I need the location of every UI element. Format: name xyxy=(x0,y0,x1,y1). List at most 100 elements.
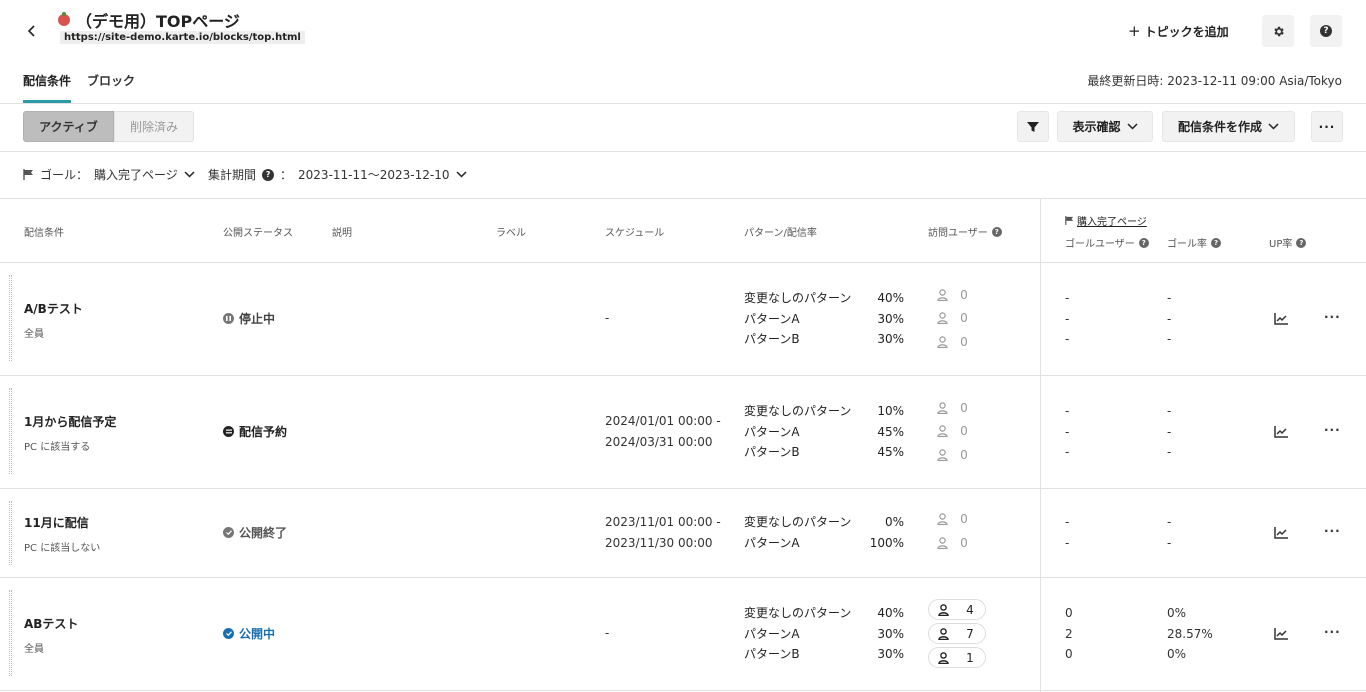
visitor-count-pill[interactable]: 7 xyxy=(928,623,986,644)
status-badge: 停止中 xyxy=(223,310,275,327)
settings-button[interactable] xyxy=(1262,15,1294,47)
row-more-icon[interactable]: ··· xyxy=(1324,423,1341,437)
flag-icon xyxy=(23,169,33,180)
chart-icon[interactable] xyxy=(1274,527,1288,539)
back-button[interactable] xyxy=(22,20,42,42)
drag-handle[interactable] xyxy=(9,388,12,474)
goal-users-value: - xyxy=(1065,291,1070,305)
goal-users-value: - xyxy=(1065,332,1070,346)
schedule: - xyxy=(605,623,609,644)
check-circle-icon xyxy=(223,628,234,639)
row-more-icon[interactable]: ··· xyxy=(1324,625,1341,639)
help-button[interactable]: ? xyxy=(1310,15,1342,47)
chart-icon[interactable] xyxy=(1274,313,1288,325)
question-icon: ? xyxy=(1138,237,1149,248)
condition-target: PC に該当する xyxy=(24,442,91,453)
schedule-end: 2024/03/31 00:00 xyxy=(605,435,713,449)
row-more-icon[interactable]: ··· xyxy=(1324,310,1341,324)
pattern-rate: 30% xyxy=(877,311,904,326)
period-selector[interactable]: 集計期間 ? ： 2023-11-11〜2023-12-10 xyxy=(208,166,467,183)
table-row[interactable]: A/Bテスト 全員 停止中 - 変更なしのパターン パターンA パターンB 40… xyxy=(0,263,1366,376)
chart-icon[interactable] xyxy=(1274,628,1288,640)
page-header: （デモ用）TOPページ https://site-demo.karte.io/b… xyxy=(0,0,1366,62)
condition-name[interactable]: 11月に配信 xyxy=(24,514,89,531)
pattern-rate: 40% xyxy=(877,291,904,305)
filter-button[interactable] xyxy=(1017,111,1049,142)
pattern-rate: 30% xyxy=(877,647,904,661)
pattern-rate: 30% xyxy=(877,332,904,346)
goal-users: 0 2 0 xyxy=(1065,603,1073,665)
row-more-icon[interactable]: ··· xyxy=(1324,524,1341,538)
create-condition-button[interactable]: 配信条件を作成 xyxy=(1162,111,1295,142)
question-icon: ? xyxy=(1320,25,1332,37)
goal-users: - - xyxy=(1065,512,1069,553)
visitor-count-pill[interactable]: 4 xyxy=(928,599,986,620)
table-row[interactable]: 11月に配信 PC に該当しない 公開終了 2023/11/01 00:00 -… xyxy=(0,489,1366,578)
visitor-count-value: 0 xyxy=(960,335,968,349)
page-url: https://site-demo.karte.io/blocks/top.ht… xyxy=(60,31,305,44)
visitor-count-value: 0 xyxy=(960,424,968,438)
visitor-count-pill[interactable]: 1 xyxy=(928,647,986,668)
chart-icon[interactable] xyxy=(1274,426,1288,438)
drag-handle[interactable] xyxy=(9,275,12,361)
pattern-name: 変更なしのパターン xyxy=(744,515,852,529)
table-row[interactable]: ABテスト 全員 公開中 - 変更なしのパターン パターンA パターンB 40%… xyxy=(0,578,1366,691)
goal-rate-value: - xyxy=(1167,404,1172,418)
add-topic-button[interactable]: + トピックを追加 xyxy=(1128,20,1229,42)
user-icon xyxy=(935,312,949,324)
condition-name[interactable]: A/Bテスト xyxy=(24,300,83,317)
condition-name[interactable]: ABテスト xyxy=(24,615,78,632)
chevron-down-icon xyxy=(455,171,467,178)
pattern-name: パターンB xyxy=(744,647,800,661)
condition-name[interactable]: 1月から配信予定 xyxy=(24,413,116,430)
goal-page-link[interactable]: 購入完了ページ xyxy=(1065,213,1147,228)
user-icon xyxy=(935,425,949,437)
col-goal-rate-label: ゴール率 xyxy=(1167,239,1207,250)
visitor-count: 0 xyxy=(935,335,979,349)
condition-target: 全員 xyxy=(24,644,44,655)
active-toggle[interactable]: アクティブ xyxy=(23,111,114,142)
user-icon xyxy=(935,289,949,301)
pattern-rate: 100% xyxy=(869,535,904,550)
pattern-list: 変更なしのパターン パターンA パターンB xyxy=(744,401,851,463)
goal-rate-value: - xyxy=(1167,515,1172,529)
pattern-rate: 45% xyxy=(877,445,904,459)
schedule: 2023/11/01 00:00 - 2023/11/30 00:00 xyxy=(605,512,721,554)
pattern-rate: 30% xyxy=(877,626,904,641)
view-check-button[interactable]: 表示確認 xyxy=(1057,111,1153,142)
period-sep: ： xyxy=(280,168,293,182)
tomato-icon xyxy=(58,12,70,26)
page-title: （デモ用）TOPページ xyxy=(58,8,240,32)
condition-target: 全員 xyxy=(24,329,44,340)
col-goal-rate: ゴール率 ? xyxy=(1167,235,1221,250)
question-icon: ? xyxy=(262,168,275,181)
goal-users-value: 2 xyxy=(1065,626,1073,641)
goal-selector[interactable]: ゴール： 購入完了ページ xyxy=(23,166,195,183)
drag-handle[interactable] xyxy=(9,501,12,565)
goal-rate-value: - xyxy=(1167,445,1172,459)
plus-icon: + xyxy=(1128,21,1141,40)
pattern-name: パターンA xyxy=(744,535,800,550)
visitor-count: 0 xyxy=(935,401,979,415)
pattern-name: パターンA xyxy=(744,626,800,641)
col-goal-users: ゴールユーザー ? xyxy=(1065,235,1149,250)
tab-conditions[interactable]: 配信条件 xyxy=(23,72,71,103)
schedule: - xyxy=(605,308,609,329)
question-icon: ? xyxy=(991,226,1002,237)
tab-blocks[interactable]: ブロック xyxy=(87,72,135,103)
goal-users-value: - xyxy=(1065,535,1070,550)
user-icon xyxy=(935,336,949,348)
status-badge: 公開終了 xyxy=(223,524,287,541)
add-topic-label: トピックを追加 xyxy=(1144,24,1229,39)
goal-rate-value: - xyxy=(1167,535,1172,550)
table-row[interactable]: 1月から配信予定 PC に該当する 配信予約 2024/01/01 00:00 … xyxy=(0,376,1366,489)
col-status: 公開ステータス xyxy=(223,228,293,239)
chevron-down-icon xyxy=(1126,123,1138,130)
last-updated: 最終更新日時: 2023-12-11 09:00 Asia/Tokyo xyxy=(1087,74,1342,88)
page-title-text: （デモ用）TOPページ xyxy=(76,12,240,31)
visitor-count-value: 0 xyxy=(960,448,968,462)
drag-handle[interactable] xyxy=(9,590,12,676)
deleted-toggle[interactable]: 削除済み xyxy=(114,111,194,142)
col-up-rate: UP率 ? xyxy=(1269,235,1307,250)
more-options-button[interactable]: ··· xyxy=(1311,111,1343,142)
